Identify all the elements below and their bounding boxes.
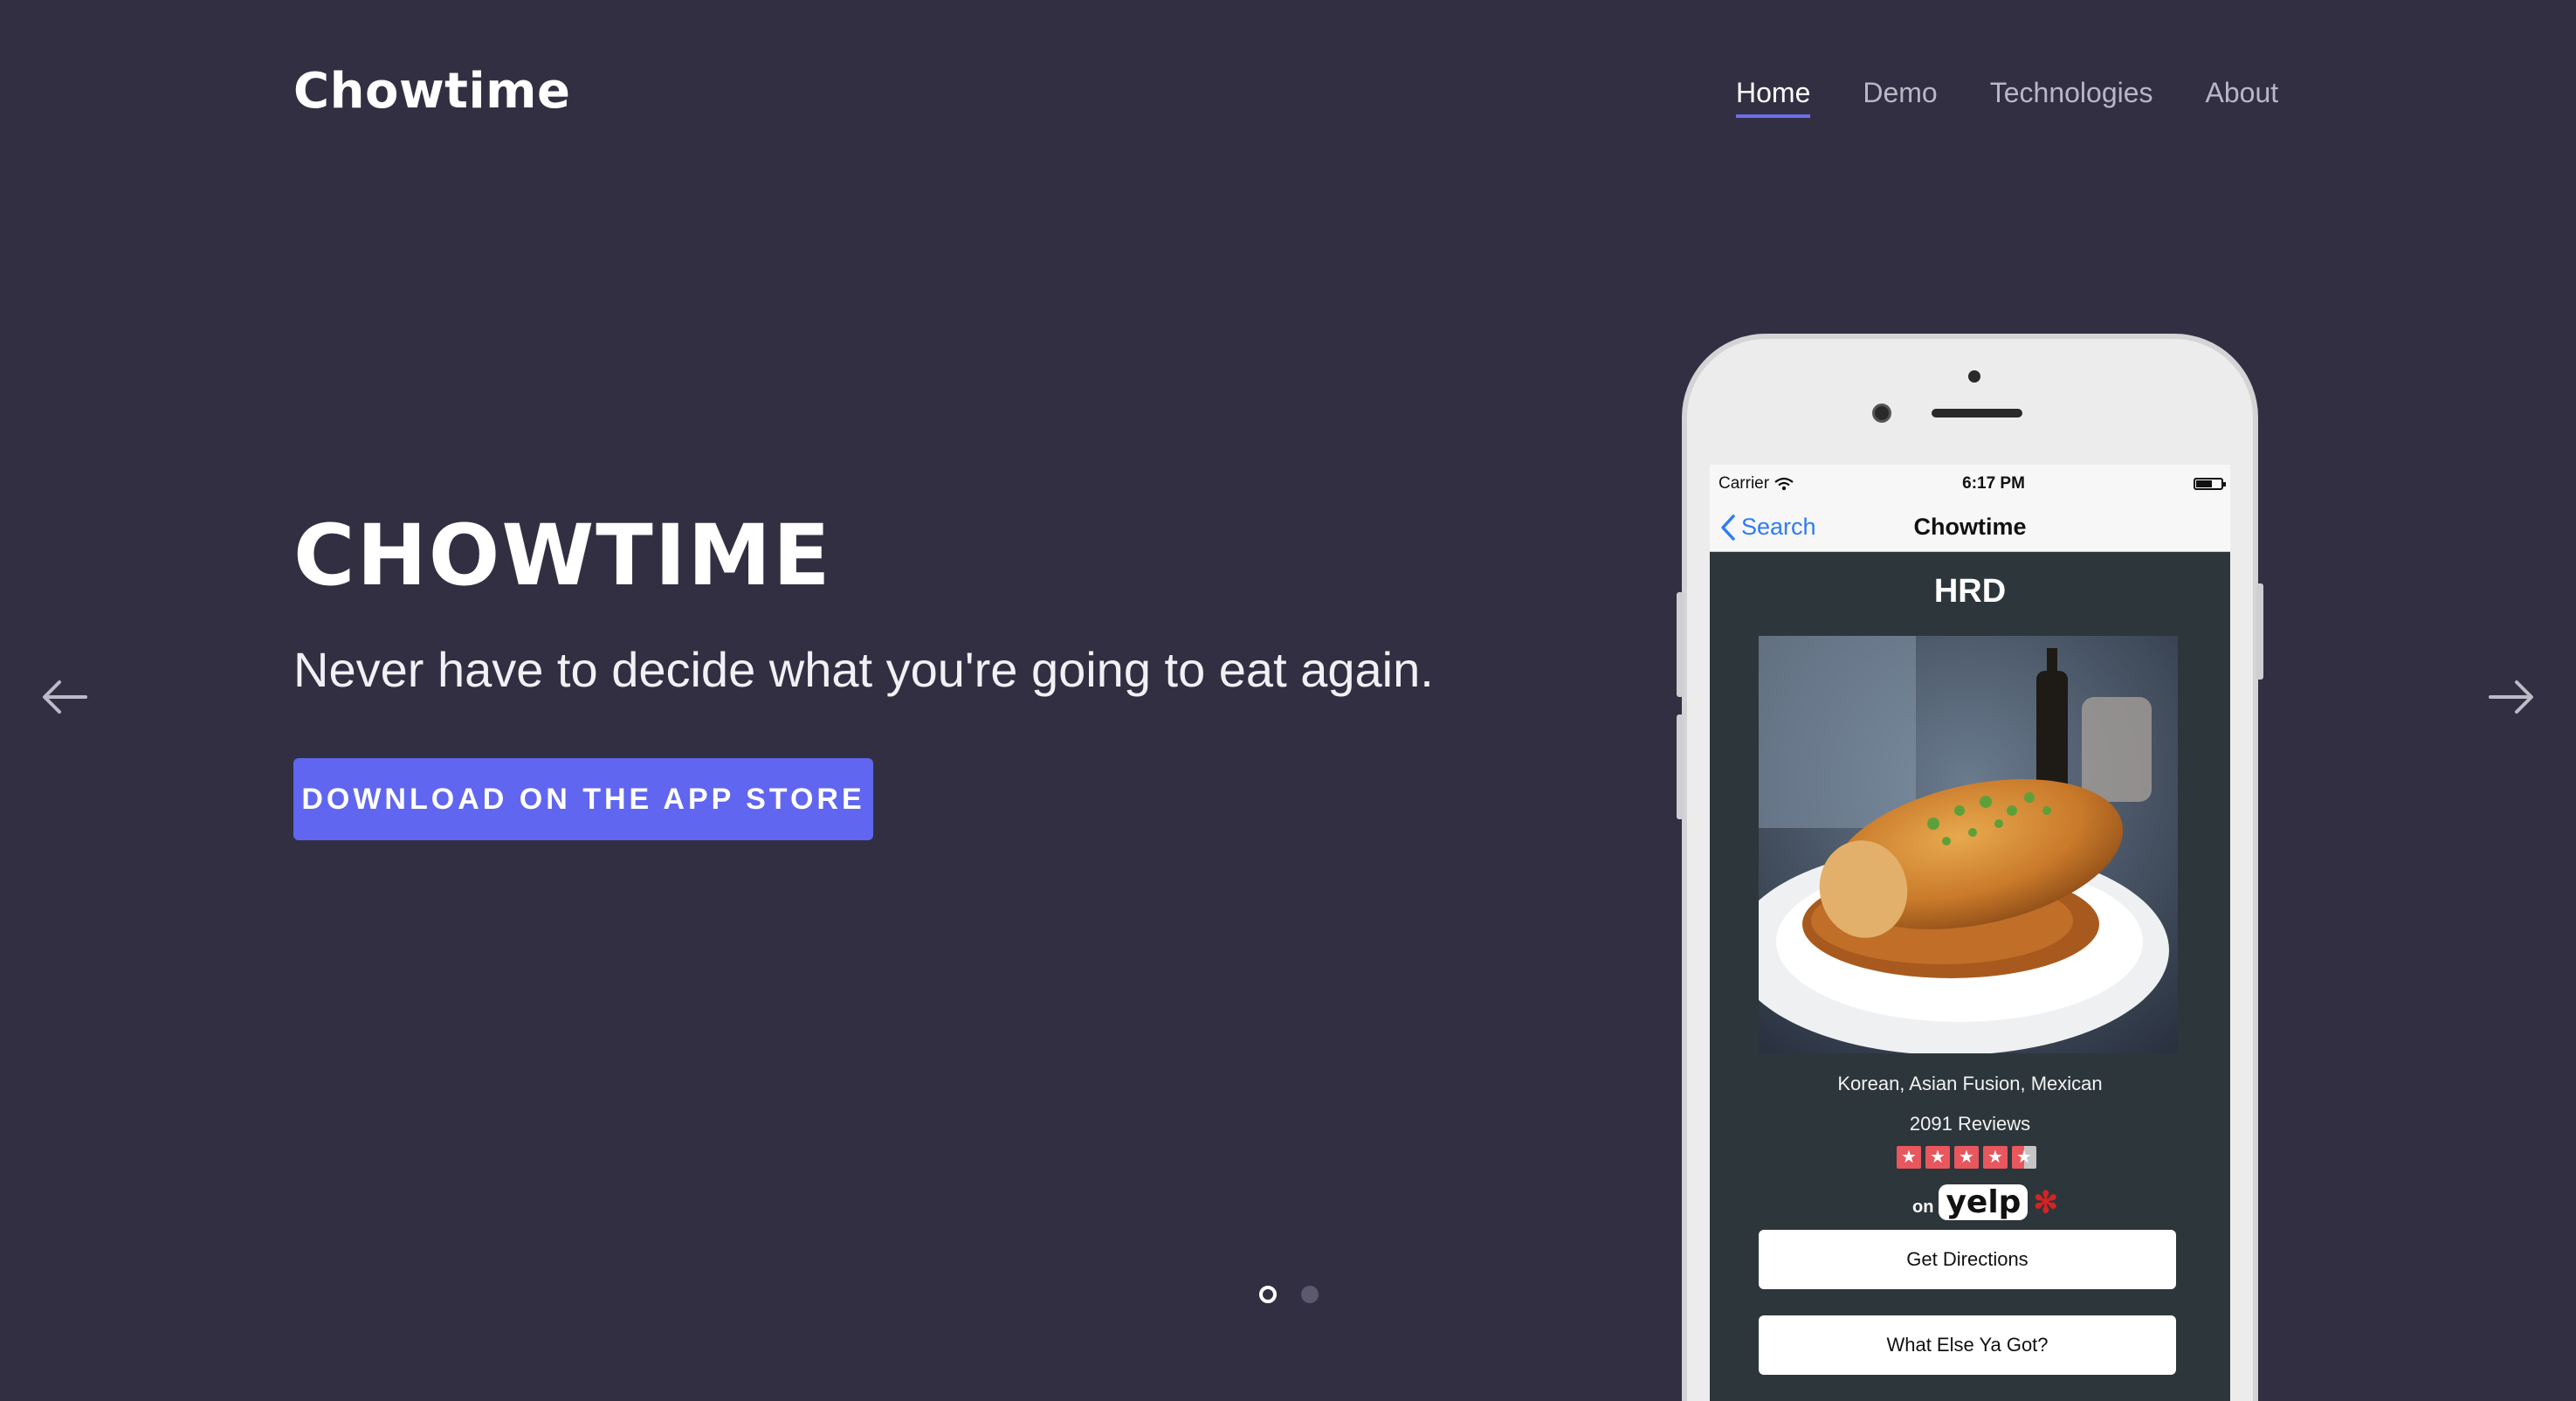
yelp-attribution: on yelp ✻ [1912,1184,2058,1220]
yelp-burst-icon: ✻ [2033,1186,2058,1219]
phone-speaker [1932,409,2022,418]
app-store-button[interactable]: DOWNLOAD ON THE APP STORE [293,758,873,840]
phone-volume-button [1677,592,1684,697]
star-icon: ★ [1983,1146,2008,1169]
get-directions-button[interactable]: Get Directions [1759,1230,2176,1289]
back-button[interactable]: Search [1710,514,1816,541]
food-image [1759,636,2178,1053]
restaurant-name: HRD [1933,573,2007,610]
carousel-next-button[interactable] [2487,673,2536,721]
nav-technologies[interactable]: Technologies [1990,77,2153,118]
nav-home[interactable]: Home [1736,77,1811,118]
half-star-icon: ★ [2012,1146,2036,1169]
carousel-dot-1[interactable] [1259,1286,1277,1303]
carrier-info: Carrier [1718,474,1794,493]
review-count: 2091 Reviews [1909,1113,2031,1135]
status-time: 6:17 PM [1962,474,2025,493]
camera-icon [1872,404,1891,423]
carrier-label: Carrier [1718,474,1770,493]
carousel-prev-button[interactable] [40,673,89,721]
star-icon: ★ [1925,1146,1950,1169]
hero-title: CHOWTIME [293,507,832,604]
chevron-left-icon [1721,514,1735,541]
yelp-logo: yelp [1939,1184,2028,1220]
star-icon: ★ [1954,1146,1979,1169]
yelp-on-label: on [1912,1197,1934,1217]
back-label: Search [1741,514,1816,540]
restaurant-card: HRD Korean, Asian Fusion, Mexican 2091 R… [1710,552,2230,1401]
main-nav: Home Demo Technologies About [1736,77,2278,118]
nav-demo[interactable]: Demo [1863,77,1937,118]
what-else-button[interactable]: What Else Ya Got? [1759,1315,2176,1375]
wifi-icon [1774,477,1794,491]
phone-sensor [1968,370,1980,383]
star-icon: ★ [1897,1146,1921,1169]
app-navbar: Search Chowtime [1710,503,2230,552]
cuisine-label: Korean, Asian Fusion, Mexican [1837,1073,2103,1094]
battery-icon [2194,478,2226,490]
phone-screen: Carrier 6:17 PM Search Chowtime HRD Kore… [1710,465,2230,1401]
arrow-right-icon [2489,680,2533,714]
nav-about[interactable]: About [2206,77,2279,118]
hero-subtitle: Never have to decide what you're going t… [293,642,1434,697]
phone-mockup: Carrier 6:17 PM Search Chowtime HRD Kore… [1677,334,2263,1401]
restaurant-photo [1759,636,2178,1053]
status-bar: Carrier 6:17 PM [1710,465,2230,503]
phone-volume-button [1677,714,1684,819]
star-rating: ★ ★ ★ ★ ★ [1897,1146,2036,1169]
carousel-indicators [1259,1286,1319,1303]
carousel-dot-2[interactable] [1301,1286,1319,1303]
phone-power-button [2256,583,2263,680]
arrow-left-icon [43,680,87,714]
brand-logo[interactable]: Chowtime [293,63,570,120]
